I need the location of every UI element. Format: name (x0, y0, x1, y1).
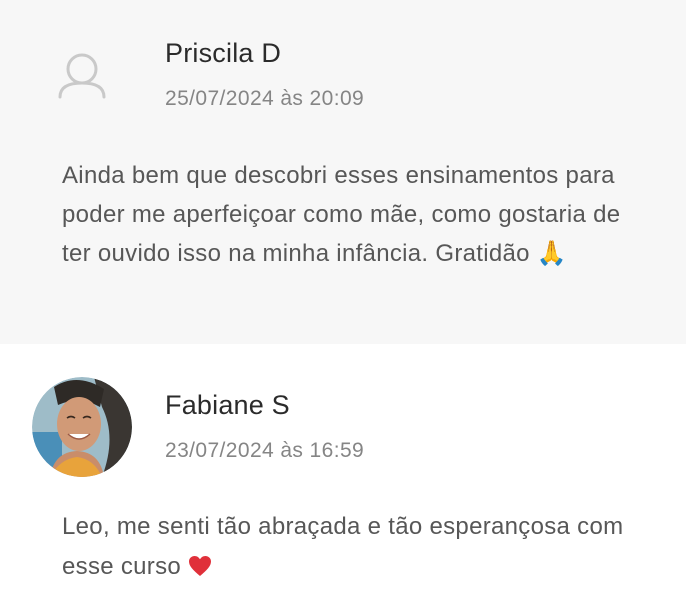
profile-photo (32, 377, 132, 477)
comment-text-content: Leo, me senti tão abraçada e tão esperan… (62, 513, 624, 580)
comment-text: Leo, me senti tão abraçada e tão esperan… (62, 508, 642, 586)
comment-item: Priscila D 25/07/2024 às 20:09 Ainda bem… (0, 0, 686, 344)
heart-icon (188, 547, 212, 586)
comment-author: Priscila D (165, 38, 282, 68)
praying-hands-icon: 🙏 (536, 239, 567, 267)
avatar[interactable] (32, 377, 132, 477)
comment-item: Fabiane S 23/07/2024 às 16:59 Leo, me se… (0, 344, 686, 616)
comment-date: 25/07/2024 às 20:09 (165, 87, 365, 110)
comment-author: Fabiane S (165, 390, 290, 420)
avatar[interactable] (32, 24, 132, 124)
comment-text: Ainda bem que descobri esses ensinamento… (62, 157, 642, 274)
default-user-icon (58, 53, 106, 99)
comment-date: 23/07/2024 às 16:59 (165, 439, 365, 462)
